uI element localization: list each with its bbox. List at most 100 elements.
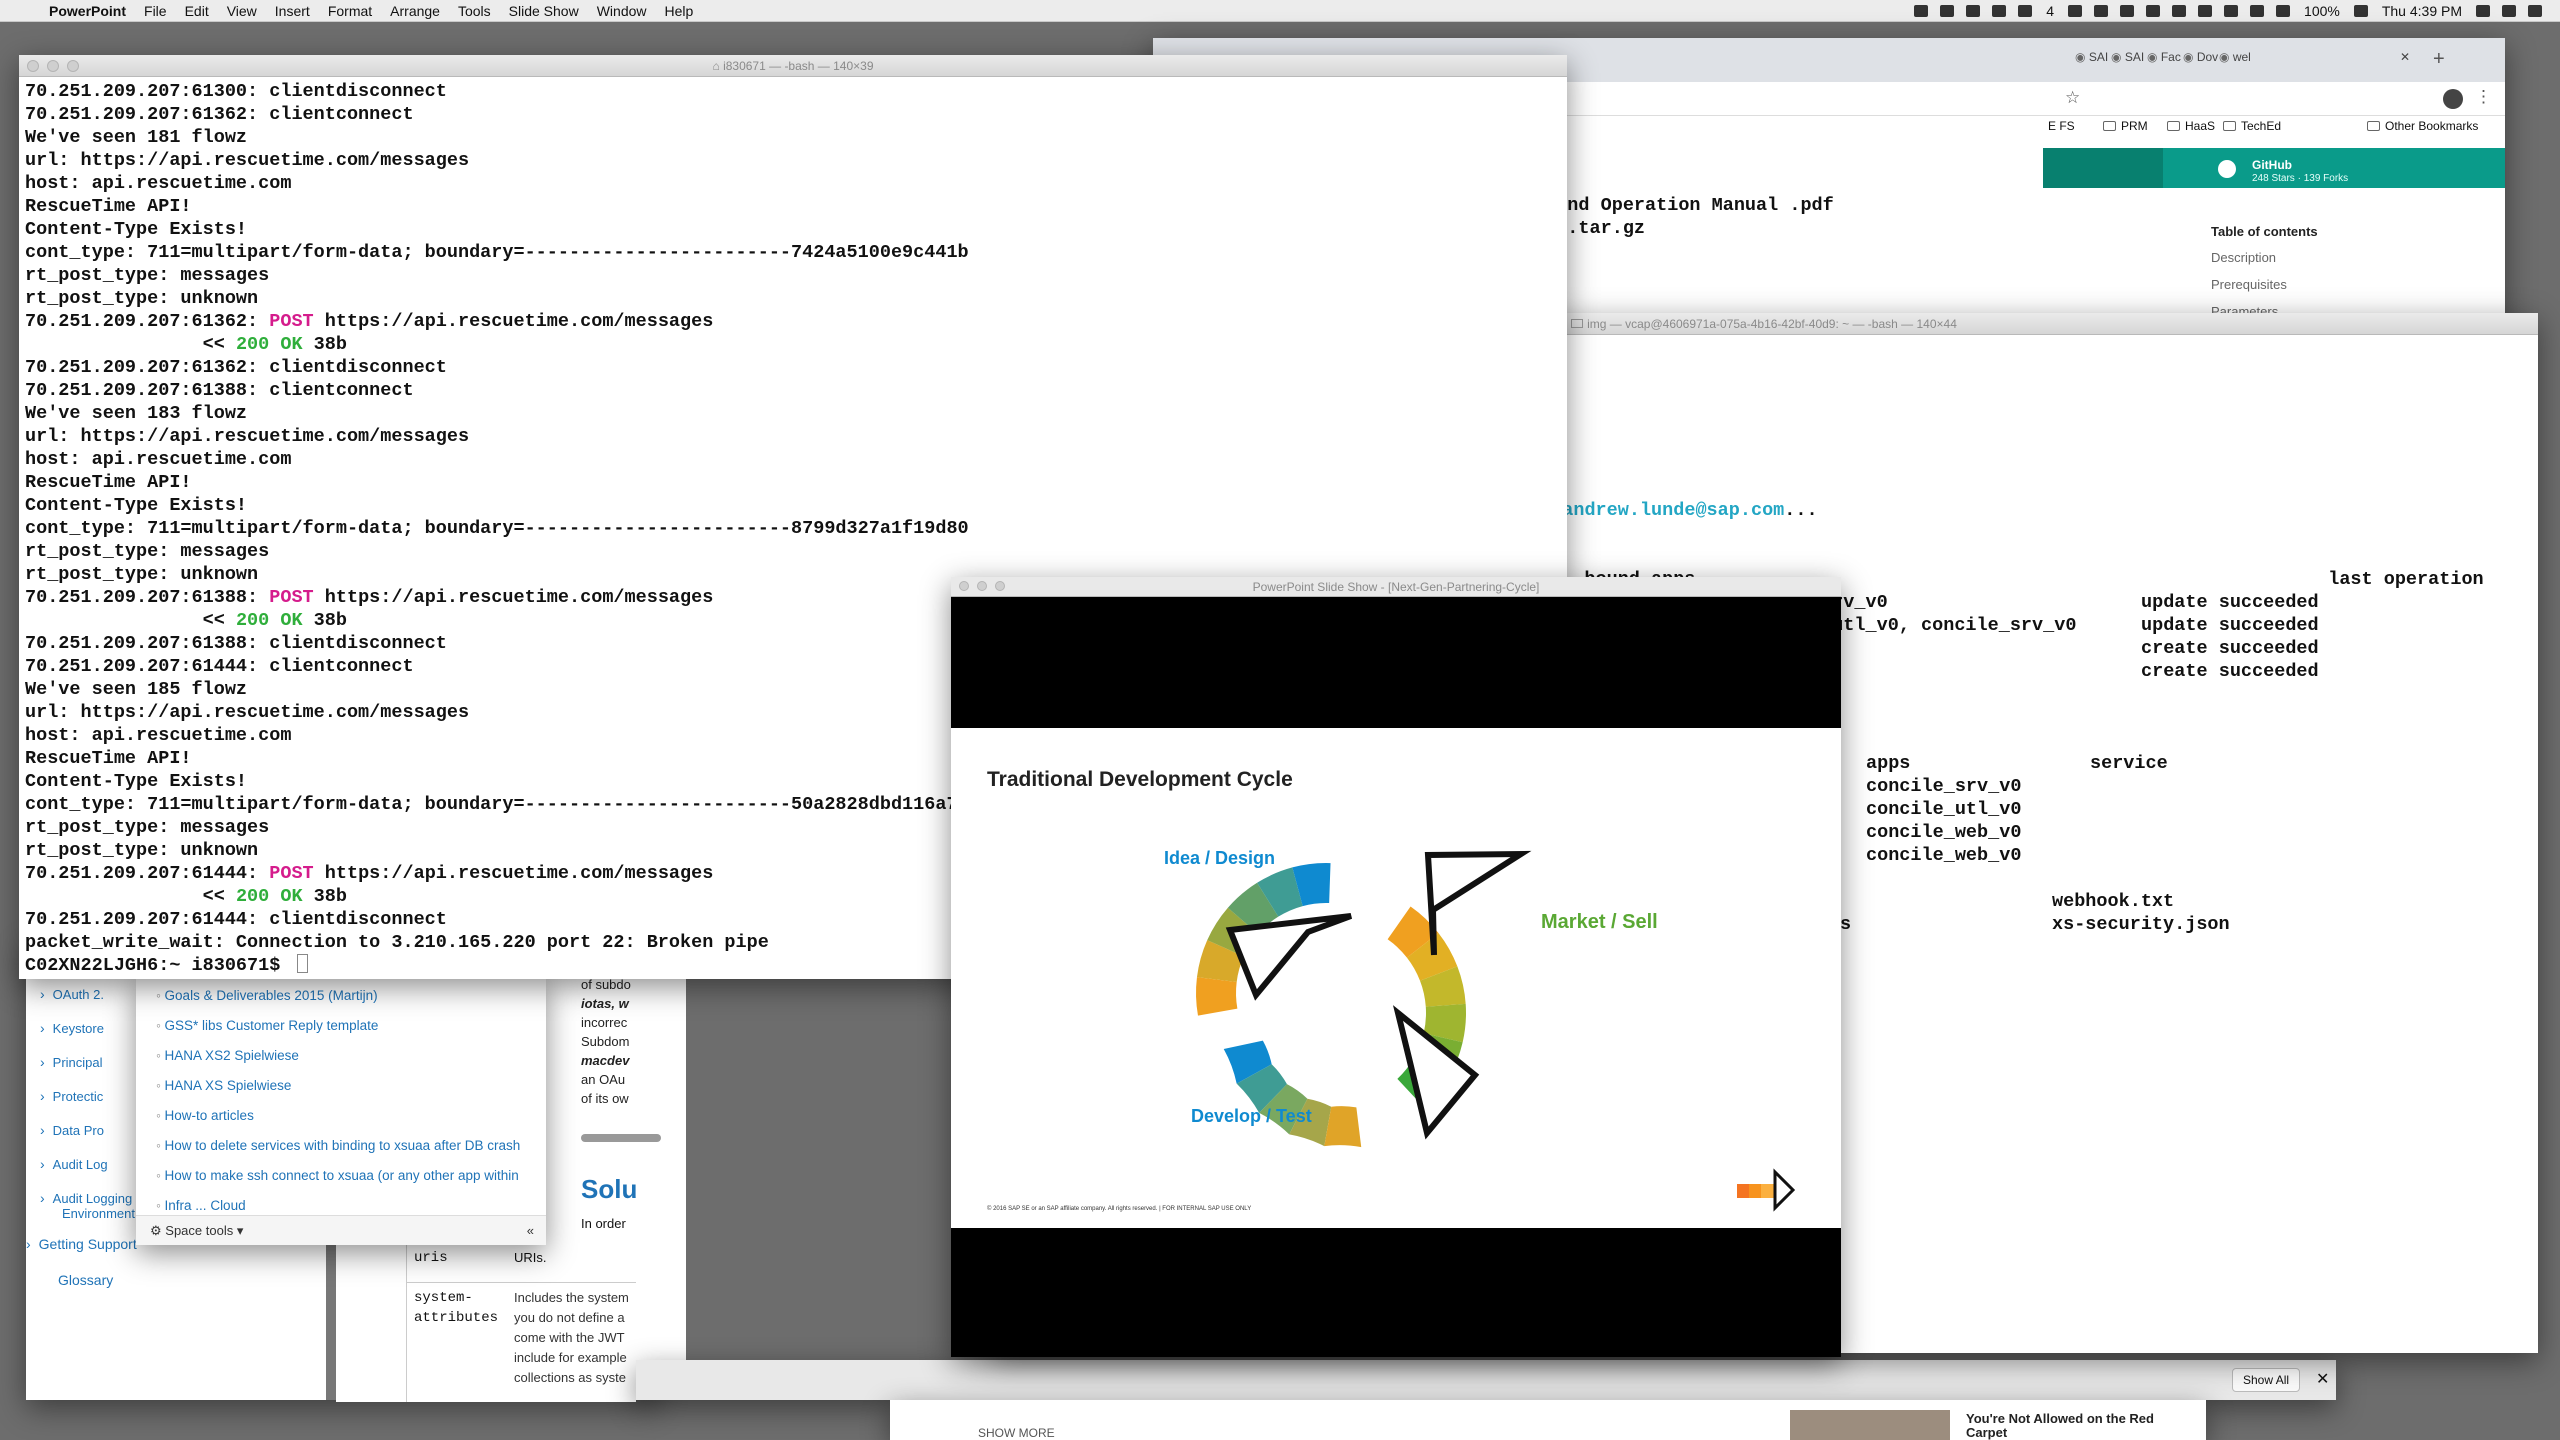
menu-arrange[interactable]: Arrange <box>381 3 449 19</box>
minimize-button[interactable] <box>977 581 987 591</box>
page-tree-item[interactable]: ◦ Goals & Deliverables 2015 (Martijn) <box>136 987 546 1017</box>
sidebar-item-glossary[interactable]: Glossary <box>58 1272 113 1288</box>
menu-tools[interactable]: Tools <box>449 3 500 19</box>
news-thumbnail[interactable] <box>1790 1410 1950 1440</box>
bluetooth-icon[interactable] <box>2198 5 2213 17</box>
bookmark-other[interactable]: Other Bookmarks <box>2367 119 2478 133</box>
sidebar-item-getting-support[interactable]: › Getting Support <box>26 1236 137 1252</box>
airplay-icon[interactable] <box>2224 5 2239 17</box>
close-tab-icon[interactable]: ✕ <box>2400 50 2410 64</box>
chevron-right-icon[interactable]: › <box>40 1020 45 1036</box>
sidebar-item[interactable]: › OAuth 2. <box>40 986 104 1002</box>
siri-icon[interactable] <box>2502 5 2516 17</box>
sidebar-item[interactable]: › Audit Log <box>40 1156 108 1172</box>
terminal-rescuetime-titlebar[interactable]: ⌂ i830671 — -bash — 140×39 <box>19 55 1567 77</box>
page-tree-item[interactable]: ◦ How to make ssh connect to xsuaa (or a… <box>136 1167 546 1197</box>
menu-app-name[interactable]: PowerPoint <box>40 3 135 19</box>
scroll-bar[interactable] <box>581 1134 661 1142</box>
bullet-icon: ◦ <box>156 988 165 1003</box>
new-tab-icon[interactable]: + <box>2433 48 2445 71</box>
star-icon[interactable]: ☆ <box>2065 88 2080 108</box>
browser-tab[interactable]: ◉ wel <box>2219 50 2251 64</box>
github-icon[interactable] <box>2218 160 2236 178</box>
profile-avatar[interactable] <box>2443 89 2463 109</box>
page-tree-item[interactable]: ◦ GSS* libs Customer Reply template <box>136 1017 546 1047</box>
news-title[interactable]: You're Not Allowed on the Red Carpet <box>1966 1412 2154 1440</box>
mcafee-icon[interactable] <box>2146 5 2161 17</box>
bookmark-item[interactable]: PRM <box>2103 119 2148 133</box>
volume-icon[interactable] <box>2276 5 2291 17</box>
notification-center-icon[interactable] <box>2528 5 2542 17</box>
time-machine-icon[interactable] <box>2172 5 2187 17</box>
menu-slide-show[interactable]: Slide Show <box>500 3 588 19</box>
page-tree-item[interactable]: ◦ HANA XS Spielwiese <box>136 1077 546 1107</box>
collapse-sidebar-icon[interactable]: « <box>527 1216 534 1245</box>
menu-window[interactable]: Window <box>588 3 656 19</box>
browser-tab[interactable]: ◉ Dov <box>2183 50 2218 64</box>
sidebar-item[interactable]: Environment <box>40 1206 135 1221</box>
close-button[interactable] <box>27 60 39 72</box>
chevron-right-icon[interactable]: › <box>40 1190 45 1206</box>
cloud-icon[interactable] <box>2120 5 2135 17</box>
close-button[interactable] <box>959 581 969 591</box>
box-icon[interactable] <box>2068 5 2083 17</box>
gear-icon[interactable]: ⚙ <box>150 1223 162 1238</box>
sidebar-item[interactable]: › Keystore <box>40 1020 104 1036</box>
sidebar-item[interactable]: › Data Pro <box>40 1122 104 1138</box>
clock[interactable]: Thu 4:39 PM <box>2382 3 2462 19</box>
wifi-icon[interactable] <box>2250 5 2265 17</box>
toc-item[interactable]: Description <box>2211 250 2276 265</box>
terminal-text: We've seen 185 flowz <box>25 679 248 700</box>
slide[interactable]: Traditional Development Cycle Idea / Des… <box>951 728 1841 1228</box>
browser-tab[interactable]: ◉ SAI <box>2111 50 2144 64</box>
page-tree-item[interactable]: ◦ How to delete services with binding to… <box>136 1137 546 1167</box>
show-all-button[interactable]: Show All <box>2232 1368 2301 1392</box>
github-link[interactable]: GitHub <box>2252 158 2292 172</box>
zoom-button[interactable] <box>67 60 79 72</box>
page-tree-item[interactable]: ◦ How-to articles <box>136 1107 546 1137</box>
chevron-right-icon[interactable]: › <box>40 1054 45 1070</box>
bookmark-item[interactable]: TechEd <box>2223 119 2281 133</box>
zoom-button[interactable] <box>995 581 1005 591</box>
toc-item[interactable]: Prerequisites <box>2211 277 2287 292</box>
file-link-manual[interactable]: n and Operation Manual .pdf <box>1534 195 1834 216</box>
bookmark-item[interactable]: HaaS <box>2167 119 2215 133</box>
tool-icon[interactable] <box>1992 5 2007 17</box>
bookmark-item[interactable]: E FS <box>2048 119 2075 133</box>
close-icon[interactable]: ✕ <box>2316 1369 2329 1389</box>
app-icon[interactable] <box>2018 5 2033 17</box>
chevron-right-icon[interactable]: › <box>40 1156 45 1172</box>
terminal-text: POST <box>269 587 314 608</box>
menu-help[interactable]: Help <box>656 3 703 19</box>
page-tree-item[interactable]: ◦ HANA XS2 Spielwiese <box>136 1047 546 1077</box>
menu-format[interactable]: Format <box>319 3 381 19</box>
menu-view[interactable]: View <box>218 3 266 19</box>
space-tools-button[interactable]: Space tools <box>165 1223 233 1238</box>
sidebar-item[interactable]: › Protectic <box>40 1088 103 1104</box>
battery-percent[interactable]: 100% <box>2304 3 2340 19</box>
chevron-right-icon[interactable]: › <box>40 986 45 1002</box>
menu-edit[interactable]: Edit <box>176 3 218 19</box>
slideshow-titlebar[interactable]: PowerPoint Slide Show - [Next-Gen-Partne… <box>951 577 1841 597</box>
sidebar-item[interactable]: › Principal <box>40 1054 103 1070</box>
chevron-right-icon[interactable]: › <box>26 1236 31 1252</box>
browser-tab[interactable]: ◉ SAI <box>2075 50 2108 64</box>
menu-file[interactable]: File <box>135 3 176 19</box>
chevron-down-icon[interactable]: ▾ <box>237 1223 244 1238</box>
spotlight-icon[interactable] <box>2476 5 2490 17</box>
display-icon[interactable] <box>2094 5 2109 17</box>
chevron-right-icon[interactable]: › <box>40 1088 45 1104</box>
menu-insert[interactable]: Insert <box>266 3 319 19</box>
terminal-text: host: api.rescuetime.com <box>25 725 292 746</box>
show-more-link[interactable]: SHOW MORE <box>978 1426 1055 1440</box>
terminal-text: 70.251.209.207:61388: clientdisconnect <box>25 633 447 654</box>
minimize-button[interactable] <box>47 60 59 72</box>
menu-icon[interactable]: ⋮ <box>2475 87 2492 107</box>
dropbox-icon[interactable] <box>1914 5 1929 17</box>
extension-icon[interactable] <box>1966 5 1981 17</box>
evernote-icon[interactable] <box>1940 5 1955 17</box>
battery-icon[interactable] <box>2353 5 2368 17</box>
chevron-right-icon[interactable]: › <box>40 1122 45 1138</box>
browser-tab[interactable]: ◉ Fac <box>2147 50 2181 64</box>
terminal-cursor[interactable] <box>297 954 309 973</box>
